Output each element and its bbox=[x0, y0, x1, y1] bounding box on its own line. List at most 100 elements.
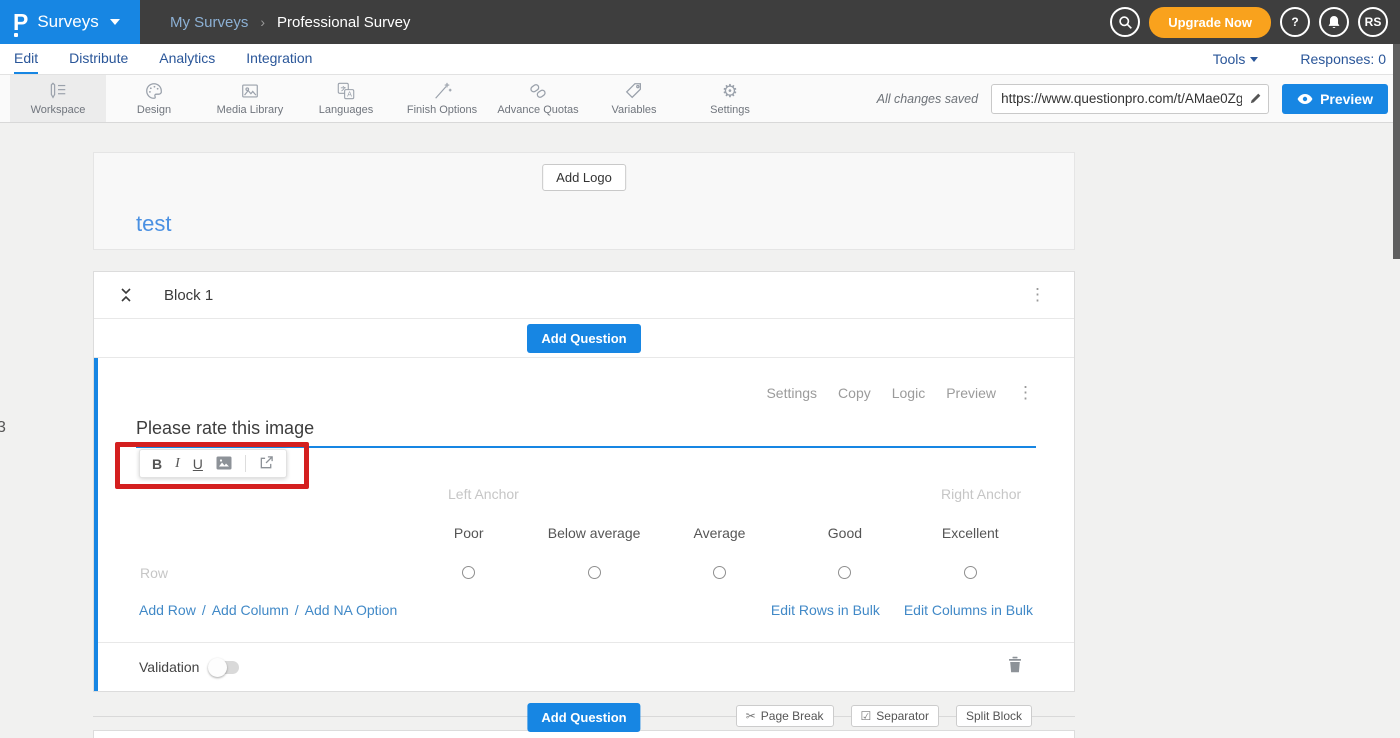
question-settings-link[interactable]: Settings bbox=[766, 385, 817, 401]
tab-edit[interactable]: Edit bbox=[14, 44, 38, 74]
preview-button[interactable]: Preview bbox=[1282, 84, 1388, 114]
column-header[interactable]: Poor bbox=[406, 525, 531, 541]
block-header: Block 1 ⋮ bbox=[94, 272, 1074, 318]
validation-toggle[interactable] bbox=[209, 661, 239, 674]
delete-question-button[interactable] bbox=[1008, 656, 1022, 678]
caret-down-icon bbox=[110, 19, 120, 25]
insert-image-button[interactable] bbox=[216, 456, 232, 472]
trash-icon bbox=[1008, 656, 1022, 673]
toolbar-item-media-library[interactable]: Media Library bbox=[202, 75, 298, 122]
toolbar-item-label: Workspace bbox=[31, 104, 86, 116]
toolbar-item-workspace[interactable]: Workspace bbox=[10, 75, 106, 122]
add-question-button-bottom[interactable]: Add Question bbox=[527, 703, 640, 732]
column-header[interactable]: Below average bbox=[531, 525, 656, 541]
scissors-icon: ✂ bbox=[746, 710, 756, 722]
add-column-link[interactable]: Add Column bbox=[212, 602, 289, 618]
radio-button[interactable] bbox=[964, 566, 977, 579]
tab-distribute[interactable]: Distribute bbox=[69, 44, 128, 74]
radio-button[interactable] bbox=[462, 566, 475, 579]
toolbar-divider bbox=[245, 455, 246, 472]
page-break-button[interactable]: ✂ Page Break bbox=[736, 705, 834, 727]
toolbar-item-design[interactable]: Design bbox=[106, 75, 202, 122]
edit-columns-in-bulk-link[interactable]: Edit Columns in Bulk bbox=[904, 602, 1033, 618]
upgrade-now-button[interactable]: Upgrade Now bbox=[1149, 7, 1271, 38]
radio-button[interactable] bbox=[838, 566, 851, 579]
chain-link-icon bbox=[528, 81, 548, 101]
radio-button[interactable] bbox=[588, 566, 601, 579]
breadcrumb-separator: › bbox=[260, 14, 265, 30]
avatar[interactable]: RS bbox=[1358, 7, 1388, 37]
product-menu[interactable]: P Surveys bbox=[0, 0, 140, 44]
margin-note: 3 bbox=[0, 419, 6, 437]
notifications-button[interactable] bbox=[1319, 7, 1349, 37]
breadcrumb-my-surveys[interactable]: My Surveys bbox=[170, 14, 248, 31]
survey-tab-bar: Edit Distribute Analytics Integration To… bbox=[0, 44, 1400, 75]
tabbar-right: Tools Responses: 0 bbox=[1213, 44, 1386, 74]
toolbar-item-languages[interactable]: A Languages bbox=[298, 75, 394, 122]
block-title[interactable]: Block 1 bbox=[164, 287, 213, 304]
tools-menu[interactable]: Tools bbox=[1213, 51, 1259, 67]
translate-icon: A bbox=[336, 81, 356, 101]
separator-button[interactable]: ☑ Separator bbox=[851, 705, 939, 727]
question-logic-link[interactable]: Logic bbox=[892, 385, 925, 401]
bold-button[interactable]: B bbox=[152, 457, 162, 471]
question-menu-dots-icon[interactable]: ⋮ bbox=[1017, 386, 1034, 400]
edit-url-pencil-icon[interactable] bbox=[1249, 92, 1262, 110]
toolbar-item-label: Languages bbox=[319, 104, 373, 116]
edit-rows-in-bulk-link[interactable]: Edit Rows in Bulk bbox=[771, 602, 880, 618]
checkbox-icon: ☑ bbox=[861, 710, 872, 722]
toolbar-item-settings[interactable]: ⚙ Settings bbox=[682, 75, 778, 122]
image-icon bbox=[216, 456, 232, 470]
collapse-icon bbox=[119, 287, 133, 303]
underline-button[interactable]: U bbox=[193, 457, 203, 471]
split-block-button[interactable]: Split Block bbox=[956, 705, 1032, 727]
workspace-icon bbox=[48, 81, 68, 101]
column-header[interactable]: Average bbox=[657, 525, 782, 541]
responses-count[interactable]: Responses: 0 bbox=[1300, 51, 1386, 67]
scrollbar-thumb[interactable] bbox=[1393, 44, 1400, 259]
add-logo-button[interactable]: Add Logo bbox=[542, 164, 626, 191]
svg-text:A: A bbox=[347, 90, 352, 99]
insert-link-button[interactable] bbox=[259, 455, 274, 472]
validation-label: Validation bbox=[139, 659, 199, 675]
row-field[interactable]: Row bbox=[140, 565, 168, 581]
add-question-button-top[interactable]: Add Question bbox=[527, 324, 640, 353]
insert-bar: Add Question ✂ Page Break ☑ Separator Sp… bbox=[93, 702, 1075, 730]
italic-button[interactable]: I bbox=[175, 457, 180, 471]
block-menu-dots-icon[interactable]: ⋮ bbox=[1029, 288, 1046, 302]
collapse-block-button[interactable] bbox=[119, 287, 133, 303]
split-block-label: Split Block bbox=[966, 709, 1022, 723]
insert-buttons: ✂ Page Break ☑ Separator Split Block bbox=[736, 705, 1032, 727]
question-preview-link[interactable]: Preview bbox=[946, 385, 996, 401]
question-copy-link[interactable]: Copy bbox=[838, 385, 871, 401]
question-text-input[interactable]: Please rate this image bbox=[136, 418, 314, 439]
tab-integration[interactable]: Integration bbox=[246, 44, 312, 74]
tab-analytics[interactable]: Analytics bbox=[159, 44, 215, 74]
add-na-option-link[interactable]: Add NA Option bbox=[305, 602, 398, 618]
toolbar-item-label: Finish Options bbox=[407, 104, 477, 116]
toolbar-item-advance-quotas[interactable]: Advance Quotas bbox=[490, 75, 586, 122]
left-anchor-field[interactable]: Left Anchor bbox=[448, 486, 519, 502]
editor-canvas: 3 Add Logo test Block 1 ⋮ Add Question S… bbox=[0, 123, 1400, 738]
column-header[interactable]: Excellent bbox=[908, 525, 1033, 541]
help-button[interactable]: ? bbox=[1280, 7, 1310, 37]
questionpro-logo-icon: P bbox=[13, 11, 28, 33]
image-icon bbox=[240, 81, 260, 101]
topbar-actions: Upgrade Now ? RS bbox=[1110, 0, 1388, 44]
add-row-link[interactable]: Add Row bbox=[139, 602, 196, 618]
scale-radio-row bbox=[406, 566, 1033, 579]
top-bar: P Surveys My Surveys › Professional Surv… bbox=[0, 0, 1400, 44]
validation-divider bbox=[98, 642, 1074, 643]
radio-button[interactable] bbox=[713, 566, 726, 579]
toolbar-item-finish-options[interactable]: Finish Options bbox=[394, 75, 490, 122]
question-text-underline bbox=[136, 446, 1036, 448]
column-header[interactable]: Good bbox=[782, 525, 907, 541]
survey-url-input[interactable] bbox=[991, 84, 1269, 114]
survey-title[interactable]: test bbox=[136, 211, 171, 237]
magic-wand-icon bbox=[432, 81, 452, 101]
toolbar-item-label: Media Library bbox=[217, 104, 284, 116]
search-button[interactable] bbox=[1110, 7, 1140, 37]
right-anchor-field[interactable]: Right Anchor bbox=[941, 486, 1021, 502]
toolbar-item-variables[interactable]: Variables bbox=[586, 75, 682, 122]
editor-toolbar: Workspace Design Media Library A Languag… bbox=[0, 75, 1400, 123]
